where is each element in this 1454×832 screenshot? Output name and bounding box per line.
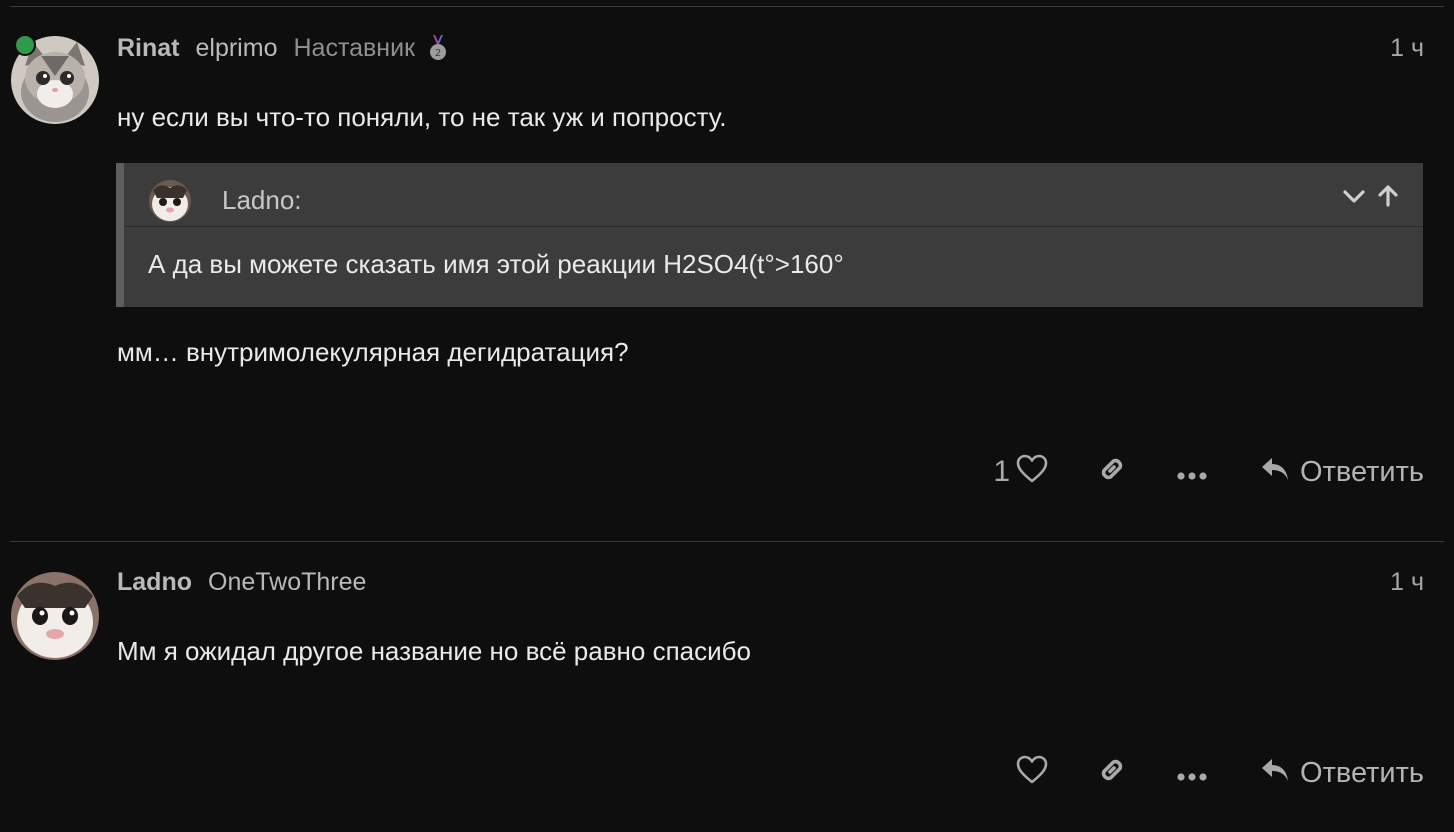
reply-label: Ответить bbox=[1300, 756, 1424, 789]
reply-arrow-icon bbox=[1260, 756, 1290, 791]
user-fullname[interactable]: elprimo bbox=[196, 34, 278, 63]
medal-icon: 2 bbox=[429, 35, 447, 61]
post-meta: Ladno OneTwoThree 1 ч bbox=[117, 566, 1424, 598]
share-link-button[interactable] bbox=[1096, 453, 1128, 492]
post-text: Мм я ожидал другое название но всё равно… bbox=[117, 636, 751, 666]
user-title: Наставник bbox=[293, 33, 416, 62]
quote-block: Ladno: А да вы можете сказать имя этой р… bbox=[116, 163, 1423, 307]
quote-author[interactable]: Ladno: bbox=[222, 185, 302, 216]
like-button[interactable]: 1 bbox=[993, 454, 1048, 491]
post-actions: 1 Ответить bbox=[993, 450, 1424, 494]
quote-header: Ladno: bbox=[124, 163, 1423, 227]
post-time[interactable]: 1 ч bbox=[1390, 568, 1424, 597]
post-time[interactable]: 1 ч bbox=[1390, 34, 1424, 63]
post-text: ну если вы что-то поняли, то не так уж и… bbox=[117, 102, 727, 132]
chevron-down-icon[interactable] bbox=[1341, 183, 1367, 209]
username[interactable]: Rinat bbox=[117, 34, 180, 63]
topic-page: Rinat elprimo Наставник 2 1 ч ну если вы… bbox=[0, 0, 1454, 832]
avatar-ladno[interactable] bbox=[11, 572, 99, 660]
arrow-up-icon[interactable] bbox=[1375, 183, 1401, 209]
more-actions-button[interactable] bbox=[1176, 456, 1208, 488]
svg-text:2: 2 bbox=[435, 48, 441, 59]
ellipsis-icon bbox=[1176, 757, 1208, 789]
reply-button[interactable]: Ответить bbox=[1260, 455, 1424, 490]
link-icon bbox=[1096, 453, 1128, 492]
post-actions: Ответить bbox=[1016, 751, 1424, 795]
user-fullname[interactable]: OneTwoThree bbox=[208, 568, 366, 597]
more-actions-button[interactable] bbox=[1176, 757, 1208, 789]
ellipsis-icon bbox=[1176, 456, 1208, 488]
post-meta: Rinat elprimo Наставник 2 1 ч bbox=[117, 32, 1424, 64]
like-count[interactable]: 1 bbox=[993, 455, 1010, 489]
quote-controls bbox=[1341, 183, 1401, 209]
link-icon bbox=[1096, 754, 1128, 793]
quote-avatar bbox=[149, 180, 191, 222]
like-button[interactable] bbox=[1016, 755, 1048, 792]
share-link-button[interactable] bbox=[1096, 754, 1128, 793]
username[interactable]: Ladno bbox=[117, 568, 192, 597]
quote-text: А да вы можете сказать имя этой реакции … bbox=[148, 249, 844, 279]
post-ladno: Ladno OneTwoThree 1 ч Мм я ожидал другое… bbox=[0, 542, 1454, 832]
reply-arrow-icon bbox=[1260, 455, 1290, 490]
post-text-reply: мм… внутримолекулярная дегидратация? bbox=[117, 337, 629, 367]
online-status-indicator bbox=[14, 34, 36, 56]
reply-label: Ответить bbox=[1300, 455, 1424, 488]
reply-button[interactable]: Ответить bbox=[1260, 756, 1424, 791]
heart-icon bbox=[1016, 755, 1048, 792]
heart-icon bbox=[1016, 454, 1048, 491]
post-rinat: Rinat elprimo Наставник 2 1 ч ну если вы… bbox=[0, 0, 1454, 541]
